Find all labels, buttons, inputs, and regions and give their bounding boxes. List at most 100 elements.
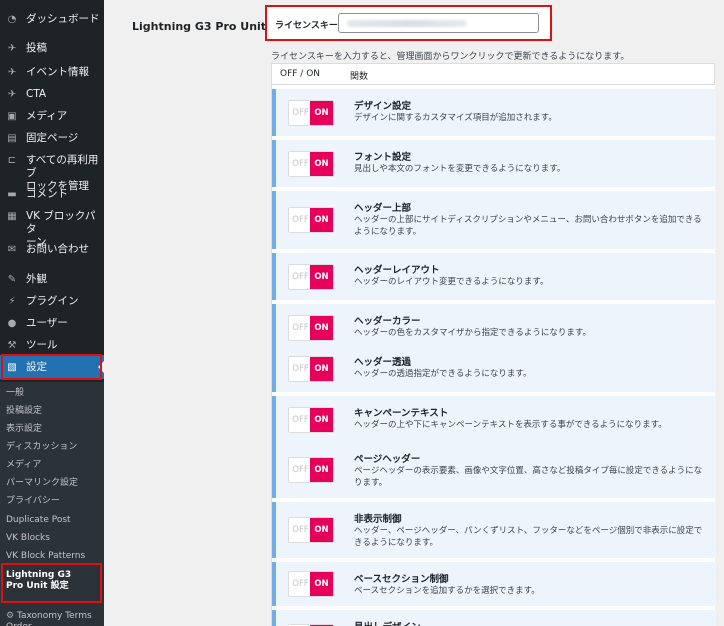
feature-title: ヘッダーカラー — [354, 316, 421, 327]
feature-description: ヘッダーの透過指定ができるようになります。 — [354, 369, 532, 379]
feature-toggle[interactable]: OFFON — [288, 571, 334, 597]
dashboard-icon: ◔ — [7, 14, 17, 25]
feature-toggle[interactable]: OFFON — [288, 315, 334, 341]
menu-cta[interactable]: ✈ CTA — [0, 88, 104, 101]
menu-plugins[interactable]: ⚡ プラグイン — [0, 295, 104, 308]
feature-toggle[interactable]: OFFON — [288, 100, 334, 126]
feature-list: OFF ON デザイン設定 デザインに関するカスタマイズ項目が追加されます。 OFF ON… — [271, 85, 716, 626]
feature-row: OFF ON デザイン設定 デザインに関するカスタマイズ項目が追加されます。 — [272, 89, 716, 136]
menu-posts[interactable]: ✈ 投稿 — [0, 42, 104, 55]
license-key-input[interactable] — [338, 13, 539, 33]
license-key-value-blurred — [347, 20, 467, 27]
menu-settings[interactable]: ▧ 設定 — [0, 355, 104, 379]
feature-description: 見出しや本文のフォントを変更できるようになります。 — [354, 164, 566, 174]
page-icon: ▤ — [7, 133, 17, 144]
brush-icon: ✎ — [7, 274, 17, 285]
feature-toggle[interactable]: OFFON — [288, 151, 334, 177]
feature-description: ベースセクションを追加するかを選択できます。 — [354, 586, 540, 596]
submenu-media[interactable]: メディア — [6, 460, 41, 471]
toggle-on-label: ON — [310, 152, 333, 176]
section-title: Lightning G3 Pro Unit — [132, 20, 267, 33]
submenu-lightning-pro-unit[interactable]: Lightning G3 Pro Unit 設定 — [6, 570, 71, 592]
feature-toggle[interactable]: OFFON — [288, 407, 334, 433]
submenu-vk-blocks[interactable]: VK Blocks — [6, 533, 50, 544]
feature-title: ヘッダーレイアウト — [354, 265, 440, 276]
header-function: 関数 — [350, 72, 369, 82]
feature-description: ヘッダーの色をカスタマイザから指定できるようになります。 — [354, 328, 591, 338]
user-icon: ● — [7, 318, 17, 329]
toggle-off-label: OFF — [292, 323, 309, 333]
toggle-on-label: ON — [310, 101, 333, 125]
toggle-off-label: OFF — [292, 272, 309, 282]
menu-dashboard[interactable]: ◔ ダッシュボード — [0, 13, 104, 26]
feature-row: OFF ON ヘッダー上部 ヘッダーの上部にサイトディスクリプションやメニュー、お問い… — [272, 191, 716, 249]
feature-row: OFF ON 非表示制御 ヘッダー、ページヘッダー、パンくずリスト、フッターなどをペー… — [272, 502, 716, 558]
menu-comments[interactable]: ▬ コメント — [0, 188, 104, 201]
menu-events[interactable]: ✈ イベント情報 — [0, 66, 104, 79]
feature-title: デザイン設定 — [354, 101, 412, 112]
license-key-box: ライセンスキー： — [265, 5, 552, 41]
toggle-off-label: OFF — [292, 415, 309, 425]
gear-icon: ⚙ — [6, 611, 17, 621]
feature-toggle[interactable]: OFFON — [288, 264, 334, 290]
toggle-off-label: OFF — [292, 108, 309, 118]
mail-icon: ✉ — [7, 244, 17, 255]
feature-row: OFF ON ヘッダー透過 ヘッダーの透過指定ができるようになります。 — [272, 345, 716, 392]
feature-toggle[interactable]: OFFON — [288, 457, 334, 483]
toggle-on-label: ON — [310, 572, 333, 596]
menu-contact[interactable]: ✉ お問い合わせ — [0, 243, 104, 256]
feature-title: ヘッダー上部 — [354, 203, 412, 214]
feature-toggle[interactable]: OFFON — [288, 207, 334, 233]
menu-pages[interactable]: ▤ 固定ページ — [0, 132, 104, 145]
submenu-vk-block-patterns[interactable]: VK Block Patterns — [6, 551, 85, 562]
submenu-permalinks[interactable]: パーマリンク設定 — [6, 478, 78, 489]
toggle-off-label: OFF — [292, 159, 309, 169]
feature-title: 見出しデザイン — [354, 619, 421, 626]
feature-title: 非表示制御 — [354, 514, 402, 525]
toggle-on-label: ON — [310, 357, 333, 381]
pin-icon: ✈ — [7, 89, 17, 100]
feature-row: OFF ON ヘッダーカラー ヘッダーの色をカスタマイザから指定できるようになります。 — [272, 304, 716, 351]
feature-toggle[interactable]: OFFON — [288, 356, 334, 382]
submenu-reading[interactable]: 表示設定 — [6, 424, 42, 435]
blocks-icon: ⊏ — [7, 155, 17, 166]
header-offon: OFF / ON — [280, 69, 321, 79]
table-header: OFF / ON 関数 — [271, 63, 715, 85]
comment-icon: ▬ — [7, 189, 17, 200]
menu-media[interactable]: ▣ メディア — [0, 110, 104, 123]
feature-description: ヘッダー、ページヘッダー、パンくずリスト、フッターなどをページ個別で非表示に設定… — [354, 526, 703, 548]
media-icon: ▣ — [7, 111, 17, 122]
submenu-writing[interactable]: 投稿設定 — [6, 406, 42, 417]
feature-row: OFF ON ページヘッダー ページヘッダーの表示要素、画像や文字位置、高さなど投稿タ… — [272, 442, 716, 498]
admin-sidebar: ◔ ダッシュボード ✈ 投稿 ✈ イベント情報 ✈ CTA ▣ メディア ▤ 固… — [0, 0, 104, 626]
feature-description: ヘッダーの上部にサイトディスクリプションやメニュー、お問い合わせボタンを追加でき… — [354, 215, 702, 237]
feature-title: ヘッダー透過 — [354, 357, 412, 368]
submenu-discussion[interactable]: ディスカッション — [6, 442, 77, 453]
toggle-off-label: OFF — [292, 215, 309, 225]
feature-title: ページヘッダー — [354, 454, 421, 465]
submenu-general[interactable]: 一般 — [6, 388, 24, 399]
wrench-icon: ⚒ — [7, 340, 17, 351]
settings-icon: ▧ — [7, 361, 17, 373]
toggle-on-label: ON — [310, 265, 333, 289]
toggle-on-label: ON — [310, 208, 333, 232]
pin-icon: ✈ — [7, 43, 17, 54]
toggle-on-label: ON — [310, 408, 333, 432]
feature-title: ベースセクション制御 — [354, 574, 449, 585]
toggle-off-label: OFF — [292, 525, 309, 535]
submenu-taxonomy-terms-order[interactable]: ⚙ Taxonomy Terms Order — [6, 600, 92, 626]
toggle-on-label: ON — [310, 458, 333, 482]
submenu-privacy[interactable]: プライバシー — [6, 496, 60, 507]
pin-icon: ✈ — [7, 67, 17, 78]
menu-tools[interactable]: ⚒ ツール — [0, 339, 104, 352]
menu-appearance[interactable]: ✎ 外観 — [0, 273, 104, 286]
toggle-on-label: ON — [310, 518, 333, 542]
submenu-duplicate-post[interactable]: Duplicate Post — [6, 515, 71, 526]
toggle-off-label: OFF — [292, 465, 309, 475]
feature-toggle[interactable]: OFFON — [288, 517, 334, 543]
feature-row: OFF ON キャンペーンテキスト ヘッダーの上や下にキャンペーンテキストを表示する事… — [272, 396, 716, 443]
feature-row: OFF ON ベースセクション制御 ベースセクションを追加するかを選択できます。 — [272, 562, 716, 606]
menu-users[interactable]: ● ユーザー — [0, 317, 104, 330]
feature-title: キャンペーンテキスト — [354, 408, 449, 419]
feature-description: ヘッダーの上や下にキャンペーンテキストを表示する事ができるようになります。 — [354, 420, 667, 430]
